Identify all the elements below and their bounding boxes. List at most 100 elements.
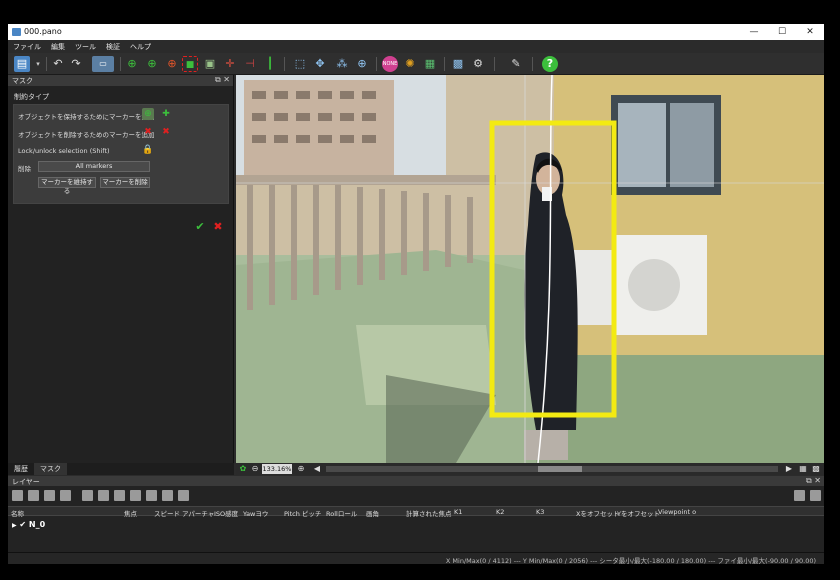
move-icon[interactable]: ✥ <box>312 56 328 72</box>
zoom-fit-icon[interactable]: ✿ <box>238 463 248 474</box>
crop-icon[interactable]: ▣ <box>202 56 218 72</box>
col-yaw[interactable]: Yawヨウ <box>243 508 268 518</box>
app-icon <box>12 28 21 36</box>
menu-file[interactable]: ファイル <box>8 40 46 54</box>
vertical-line-icon[interactable]: ┃ <box>262 56 278 72</box>
layer-row[interactable]: ▶ ✔ N_0 <box>12 520 45 529</box>
col-roll[interactable]: Rollロール <box>326 508 357 518</box>
window-title: 000.pano <box>24 27 62 36</box>
horizon-icon[interactable]: ✛ <box>222 56 238 72</box>
pointer-icon[interactable]: ⬚ <box>292 56 308 72</box>
redo-icon[interactable]: ↷ <box>68 56 84 72</box>
undo-icon[interactable]: ↶ <box>50 56 66 72</box>
col-y-offset[interactable]: Yをオフセット <box>617 508 660 518</box>
col-pitch[interactable]: Pitch ピッチ <box>284 508 321 518</box>
keep-markers-button[interactable]: マーカーを維持する <box>38 177 96 195</box>
layer-tool-10-icon[interactable] <box>162 490 173 501</box>
layer-table-header: 名称 焦点 スピード アパーチャ ISO感度 Yawヨウ Pitch ピッチ R… <box>8 506 824 518</box>
layer-panel-header: レイヤー ⧉ ✕ <box>8 476 824 486</box>
panorama-viewport[interactable] <box>236 75 824 463</box>
level-icon[interactable]: ⊣ <box>242 56 258 72</box>
viewport-scrollbar[interactable]: ✿ ⊖ 133.16% ⊕ ◀ ▶ ▦ ▩ <box>236 463 824 475</box>
menu-edit[interactable]: 編集 <box>46 40 70 54</box>
tab-mask[interactable]: マスク <box>34 463 67 475</box>
add-keep-marker-icon[interactable]: ⊕ <box>142 108 154 120</box>
menu-help[interactable]: ヘルプ <box>125 40 156 54</box>
menu-verify[interactable]: 検証 <box>101 40 125 54</box>
maximize-button[interactable]: ☐ <box>772 25 792 39</box>
remove-markers-button[interactable]: マーカーを削除 <box>100 177 150 188</box>
grid-view-icon[interactable]: ▩ <box>810 463 822 474</box>
all-markers-select[interactable]: All markers <box>38 161 150 172</box>
panel-close-icon[interactable]: ⧉ ✕ <box>215 75 230 85</box>
layer-tool-11-icon[interactable] <box>178 490 189 501</box>
layer-add-icon[interactable] <box>12 490 23 501</box>
keep-marker-label: オブジェクトを保持するためにマーカーを追加 <box>18 113 155 121</box>
layer-view-2-icon[interactable] <box>810 490 821 501</box>
layer-panel-close-icon[interactable]: ⧉ ✕ <box>806 476 821 486</box>
col-k1[interactable]: K1 <box>454 508 462 516</box>
layer-view-1-icon[interactable] <box>794 490 805 501</box>
col-focus[interactable]: 焦点 <box>124 508 137 518</box>
remove-marker-label: オブジェクトを削除するためのマーカーを追加 <box>18 131 155 139</box>
add-remove-marker-icon[interactable]: ✖ <box>142 126 154 138</box>
align-icon[interactable]: ⁂ <box>334 56 350 72</box>
col-computed-focus[interactable]: 計算された焦点 <box>406 508 452 518</box>
panorama-icon[interactable]: ▭ <box>92 56 114 72</box>
layer-add-4-icon[interactable] <box>60 490 71 501</box>
scroll-right-icon[interactable]: ▶ <box>784 463 794 474</box>
visible-check-icon[interactable]: ✔ <box>19 520 26 529</box>
view-mode-icon[interactable]: ▦ <box>798 463 808 474</box>
lock-icon[interactable]: 🔒 <box>142 144 154 156</box>
col-iso[interactable]: ISO感度 <box>214 508 238 518</box>
minimize-button[interactable]: — <box>744 25 764 39</box>
mask-tool-icon[interactable]: ■ <box>182 56 198 72</box>
expand-arrow-icon[interactable]: ▶ <box>12 522 17 529</box>
wrench-icon[interactable]: ✎ <box>508 56 524 72</box>
col-viewpoint[interactable]: Viewpoint o <box>658 508 696 516</box>
status-bar: X Min/Max(0 / 4112) --- Y Min/Max(0 / 20… <box>8 552 824 565</box>
add-keep-marker-alt-icon[interactable]: ✚ <box>160 108 172 120</box>
col-x-offset[interactable]: Xをオフセット <box>576 508 619 518</box>
close-window-button[interactable]: ✕ <box>800 25 820 39</box>
menu-tools[interactable]: ツール <box>70 40 101 54</box>
target-icon[interactable]: ⊕ <box>354 56 370 72</box>
lock-selection-label: Lock/unlock selection (Shift) <box>18 147 110 155</box>
layer-add-3-icon[interactable] <box>44 490 55 501</box>
none-icon[interactable]: NONE <box>382 56 398 72</box>
open-file-icon[interactable]: ▤ <box>14 56 30 72</box>
color-adjust-icon[interactable]: ✺ <box>402 56 418 72</box>
scroll-track[interactable] <box>326 466 778 472</box>
scroll-thumb[interactable] <box>538 466 582 472</box>
zoom-out-icon[interactable]: ⊖ <box>250 463 260 474</box>
cancel-x-icon[interactable]: ✖ <box>212 221 224 233</box>
move-point-icon[interactable]: ⊕ <box>144 56 160 72</box>
gear-icon[interactable]: ⚙ <box>470 56 486 72</box>
apply-check-icon[interactable]: ✔ <box>194 221 206 233</box>
layers-icon[interactable]: ▦ <box>422 56 438 72</box>
layer-tool-9-icon[interactable] <box>146 490 157 501</box>
export-icon[interactable]: ▩ <box>450 56 466 72</box>
layer-panel: レイヤー ⧉ ✕ 名称 焦点 スピード アパーチャ ISO感度 Yawヨウ Pi… <box>8 476 824 552</box>
col-aperture[interactable]: アパーチャ <box>182 508 214 518</box>
col-speed[interactable]: スピード <box>154 508 180 518</box>
col-name[interactable]: 名称 <box>11 508 24 518</box>
col-k3[interactable]: K3 <box>536 508 544 516</box>
layer-tool-6-icon[interactable] <box>98 490 109 501</box>
layer-tool-5-icon[interactable] <box>82 490 93 501</box>
scroll-left-icon[interactable]: ◀ <box>312 463 322 474</box>
mask-panel-header: マスク ⧉ ✕ <box>8 75 233 86</box>
tab-history[interactable]: 履歴 <box>8 463 34 475</box>
help-icon[interactable]: ? <box>542 56 558 72</box>
layer-add-2-icon[interactable] <box>28 490 39 501</box>
layer-tool-7-icon[interactable] <box>114 490 125 501</box>
col-fov[interactable]: 画角 <box>366 508 379 518</box>
add-point-icon[interactable]: ⊕ <box>124 56 140 72</box>
layer-tool-8-icon[interactable] <box>130 490 141 501</box>
dropdown-arrow-icon[interactable]: ▾ <box>30 56 46 72</box>
col-k2[interactable]: K2 <box>496 508 504 516</box>
add-remove-marker-alt-icon[interactable]: ✖ <box>160 126 172 138</box>
remove-point-icon[interactable]: ⊕ <box>164 56 180 72</box>
zoom-value[interactable]: 133.16% <box>262 464 292 474</box>
zoom-in-icon[interactable]: ⊕ <box>296 463 306 474</box>
